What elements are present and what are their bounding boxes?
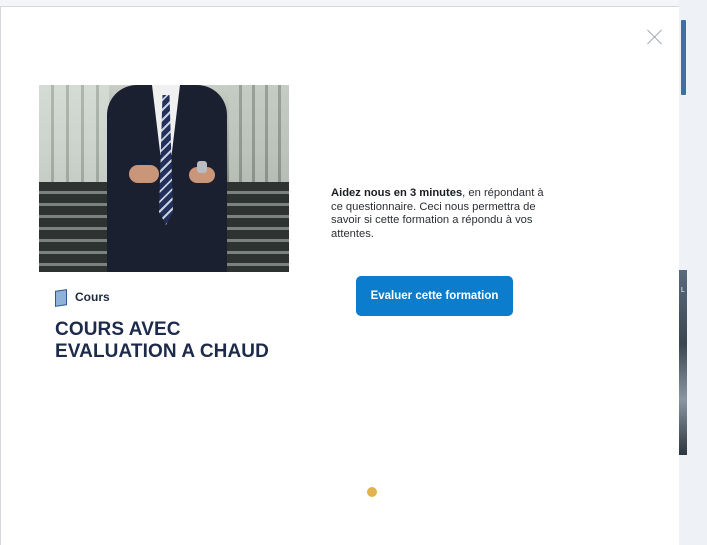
pager-dot[interactable]	[367, 487, 377, 497]
image-window-left	[39, 85, 109, 195]
image-watch	[197, 161, 207, 173]
image-hands	[129, 165, 159, 183]
evaluation-message: Aidez nous en 3 minutes, en répondant à …	[331, 187, 549, 241]
course-image	[39, 85, 289, 272]
background-scroll-indicator	[681, 20, 686, 95]
course-title: COURS AVEC EVALUATION A CHAUD	[55, 319, 269, 362]
course-type: Cours	[55, 290, 110, 304]
evaluate-course-button[interactable]: Evaluer cette formation	[356, 276, 513, 316]
evaluation-modal: Cours COURS AVEC EVALUATION A CHAUD Aide…	[0, 6, 679, 545]
message-bold: Aidez nous en 3 minutes	[331, 187, 463, 199]
close-icon[interactable]	[647, 29, 663, 45]
background-image	[679, 270, 687, 455]
background-image-text: L	[681, 287, 685, 294]
book-icon	[55, 290, 67, 304]
course-type-label: Cours	[75, 290, 110, 304]
